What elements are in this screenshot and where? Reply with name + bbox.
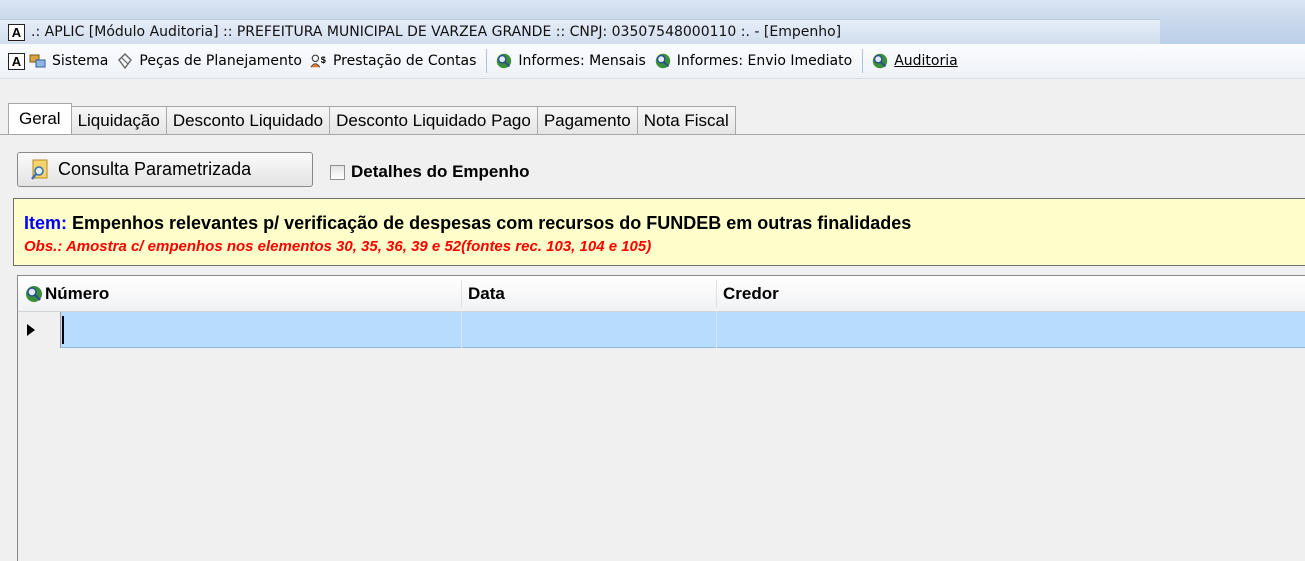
search-document-icon xyxy=(30,159,50,181)
menu-separator xyxy=(862,49,864,73)
consulta-parametrizada-label: Consulta Parametrizada xyxy=(58,159,252,179)
grid-header: Número Data Credor xyxy=(18,276,1305,312)
table-row[interactable] xyxy=(18,312,1305,348)
menu-informes-envio-label: Informes: Envio Imediato xyxy=(676,53,853,69)
menu-pecas-planejamento[interactable]: Peças de Planejamento xyxy=(116,52,302,70)
cell-separator xyxy=(716,312,717,348)
obs-text: Obs.: Amostra c/ empenhos nos elementos … xyxy=(24,238,652,255)
magnifier-globe-icon xyxy=(654,52,672,70)
item-info-panel: Item: Empenhos relevantes p/ verificação… xyxy=(13,198,1305,266)
detalhes-empenho-checkbox[interactable]: Detalhes do Empenho xyxy=(330,162,530,182)
magnifier-globe-icon xyxy=(871,52,889,70)
menu-prestacao-contas[interactable]: $ Prestação de Contas xyxy=(310,52,476,70)
tab-desconto-liquidado[interactable]: Desconto Liquidado xyxy=(165,106,331,134)
grid-search-icon[interactable] xyxy=(24,276,44,312)
menu-informes-envio-imediato[interactable]: Informes: Envio Imediato xyxy=(654,52,852,70)
column-header-data[interactable]: Data xyxy=(468,276,505,312)
tab-strip: Geral Liquidação Desconto Liquidado Desc… xyxy=(8,103,736,134)
item-text: Empenhos relevantes p/ verificação de de… xyxy=(67,213,912,233)
menu-prestacao-label: Prestação de Contas xyxy=(332,53,477,69)
tab-liquidacao[interactable]: Liquidação xyxy=(70,106,167,134)
menu-auditoria[interactable]: Auditoria xyxy=(871,52,958,70)
row-indicator[interactable] xyxy=(18,312,61,348)
consulta-parametrizada-button[interactable]: Consulta Parametrizada xyxy=(17,152,313,187)
title-bar: A .: APLIC [Módulo Auditoria] :: PREFEIT… xyxy=(0,0,1305,44)
menu-sistema-label: Sistema xyxy=(52,53,109,69)
magnifier-globe-icon xyxy=(495,52,513,70)
item-prefix: Item: xyxy=(24,213,68,233)
system-icon xyxy=(29,52,47,70)
cell-separator xyxy=(461,312,462,348)
tab-pagamento[interactable]: Pagamento xyxy=(536,106,638,134)
accounts-icon: $ xyxy=(310,52,328,70)
menu-informes-mensais-label: Informes: Mensais xyxy=(518,53,646,69)
svg-text:$: $ xyxy=(321,55,326,65)
menu-informes-mensais[interactable]: Informes: Mensais xyxy=(495,52,646,70)
tab-desconto-liquidado-pago[interactable]: Desconto Liquidado Pago xyxy=(329,106,538,134)
menu-auditoria-label: Auditoria xyxy=(894,53,958,69)
column-header-numero[interactable]: Número xyxy=(45,276,109,312)
window-title: .: APLIC [Módulo Auditoria] :: PREFEITUR… xyxy=(31,24,842,40)
menu-separator xyxy=(486,49,488,73)
row-pointer-icon xyxy=(27,324,35,336)
menu-sistema[interactable]: Sistema xyxy=(29,52,108,70)
tab-panel-border xyxy=(0,134,1305,135)
menu-bar: A Sistema Peças de Planejamento $ Presta… xyxy=(0,44,1305,79)
checkbox-box[interactable] xyxy=(330,164,345,180)
menu-pecas-label: Peças de Planejamento xyxy=(139,53,302,69)
mdi-app-icon[interactable]: A xyxy=(8,52,25,70)
cell-cursor xyxy=(62,316,64,344)
item-description: Item: Empenhos relevantes p/ verificação… xyxy=(24,213,1305,234)
column-separator xyxy=(461,280,462,308)
app-icon[interactable]: A xyxy=(8,23,25,41)
tab-nota-fiscal[interactable]: Nota Fiscal xyxy=(636,106,736,134)
column-separator xyxy=(716,280,717,308)
pieces-icon xyxy=(116,52,134,70)
window-title-strip: A .: APLIC [Módulo Auditoria] :: PREFEIT… xyxy=(0,19,1160,44)
column-header-credor[interactable]: Credor xyxy=(723,276,779,312)
empenho-grid[interactable]: Número Data Credor xyxy=(17,275,1305,561)
tab-geral[interactable]: Geral xyxy=(8,103,72,134)
detalhes-empenho-label: Detalhes do Empenho xyxy=(351,162,530,181)
